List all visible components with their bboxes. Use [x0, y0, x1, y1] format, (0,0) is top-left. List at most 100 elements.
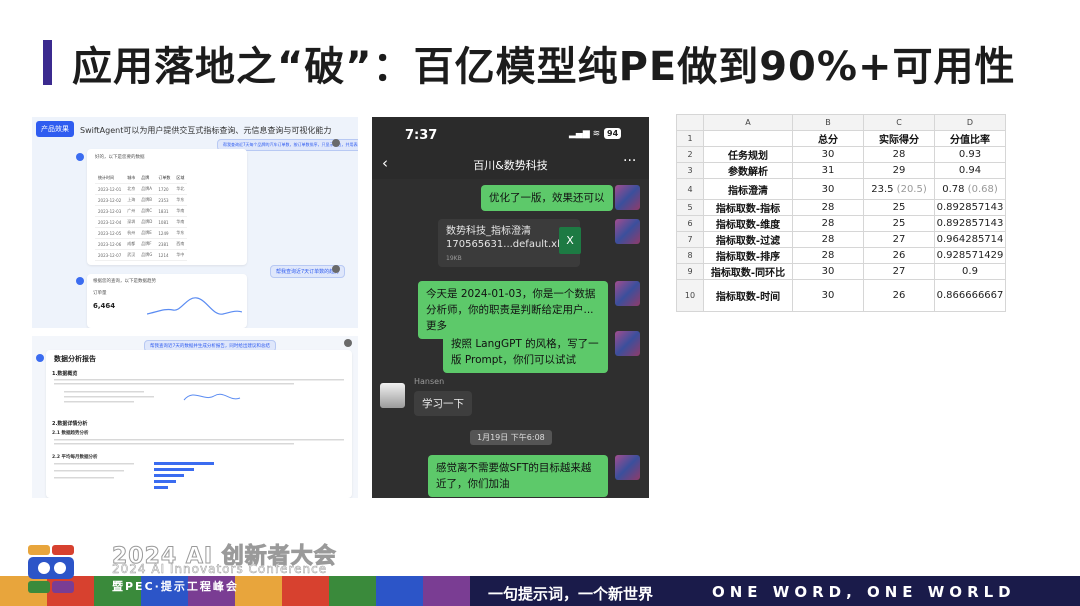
sheet-cell-score[interactable]: 25 — [863, 215, 935, 232]
sheet-cell-total[interactable]: 28 — [792, 215, 864, 232]
sheet-cell-item[interactable]: 指标取数-过滤 — [703, 231, 793, 248]
chat-timestamp: 1月19日 下午6:08 — [470, 430, 552, 445]
table-cell: 北京 — [124, 183, 139, 195]
conference-logo-icon — [28, 545, 74, 593]
sheet-cell-item[interactable]: 指标取数-排序 — [703, 247, 793, 264]
sheet-column-header[interactable]: C — [863, 114, 935, 131]
signal-wifi-icon: ▂▄▆ ≋ — [569, 129, 601, 139]
page-title: 应用落地之“破”：百亿模型纯PE做到90%+可用性 — [72, 44, 1016, 90]
sender-name: Hansen — [414, 377, 445, 386]
table-cell: 2023-12-04 — [95, 216, 125, 228]
sheet-cell-ratio[interactable]: 0.892857143 — [934, 215, 1006, 232]
sheet-cell-note: (0.68) — [964, 183, 998, 195]
table-row: 2023-12-07 武汉 品牌G 1214 华中 — [95, 249, 188, 261]
sheet-cell-score[interactable]: 23.5 (20.5) — [863, 178, 935, 200]
sheet-cell-total[interactable]: 28 — [792, 247, 864, 264]
table-row: 2023-12-01 北京 品牌A 1720 华北 — [95, 183, 188, 195]
sheet-row: 5 指标取数-指标 28 25 0.892857143 — [676, 199, 1006, 216]
result-table: 统计时间 城市 品牌 订单数 区域 2023-12-01 北京 品牌A 1720 华北 2023-1… — [95, 173, 188, 261]
chat-message: 优化了一版，效果还可以 — [481, 185, 613, 211]
table-result-card: 好的，以下是您要的数据 统计时间 城市 品牌 订单数 区域 2023-12-01 北京 品牌A… — [87, 149, 247, 265]
sheet-row-number[interactable]: 8 — [676, 247, 704, 264]
table-cell: 品牌A — [138, 183, 156, 195]
sheet-cell-ratio[interactable]: 0.892857143 — [934, 199, 1006, 216]
sheet-cell-total[interactable]: 30 — [792, 146, 864, 163]
sheet-column-header[interactable]: D — [934, 114, 1006, 131]
sheet-row-number[interactable]: 6 — [676, 215, 704, 232]
sheet-cell-ratio[interactable]: 0.9 — [934, 263, 1006, 280]
table-cell: 品牌C — [138, 205, 156, 217]
sheet-cell-score[interactable]: 实际得分 — [863, 130, 935, 147]
table-cell: 华中 — [173, 249, 188, 261]
table-cell: 2023-12-05 — [95, 227, 125, 239]
sheet-row-number[interactable]: 2 — [676, 146, 704, 163]
sheet-row-number[interactable]: 4 — [676, 178, 704, 200]
sheet-cell-total[interactable]: 30 — [792, 263, 864, 280]
sheet-column-header[interactable]: A — [703, 114, 793, 131]
table-cell: 华北 — [173, 183, 188, 195]
report-subsection-1: 2.1 数据趋势分析 — [52, 431, 89, 436]
file-message[interactable]: 数势科技_指标澄清170565631...default.xlsx 19KB X — [438, 219, 581, 267]
sheet-cell-total[interactable]: 30 — [792, 279, 864, 312]
sheet-cell-total[interactable]: 28 — [792, 199, 864, 216]
chat-title: 百川&数势科技 — [473, 159, 548, 172]
sheet-cell-ratio[interactable]: 0.93 — [934, 146, 1006, 163]
sheet-cell-total[interactable]: 31 — [792, 162, 864, 179]
sheet-cell-total[interactable]: 28 — [792, 231, 864, 248]
sheet-cell-item[interactable]: 指标取数-维度 — [703, 215, 793, 232]
sender-avatar — [615, 219, 640, 244]
sheet-cell-score[interactable]: 28 — [863, 146, 935, 163]
table-cell: 1214 — [155, 249, 174, 261]
sheet-cell-total[interactable]: 总分 — [792, 130, 864, 147]
sheet-corner — [676, 114, 704, 131]
sheet-cell-score[interactable]: 26 — [863, 279, 935, 312]
chat-message: 感觉离不需要做SFT的目标越来越近了，你们加油 — [428, 455, 608, 497]
sheet-cell-item[interactable]: 指标取数-时间 — [703, 279, 793, 312]
sheet-row: 10 指标取数-时间 30 26 0.866666667 — [676, 279, 1006, 312]
sender-avatar — [615, 331, 640, 356]
slogan-cn: 一句提示词，一个新世界 — [488, 585, 654, 603]
sheet-row-number[interactable]: 1 — [676, 130, 704, 147]
sheet-cell-ratio[interactable]: 0.94 — [934, 162, 1006, 179]
table-cell: 华南 — [173, 205, 188, 217]
sheet-cell-ratio[interactable]: 0.928571429 — [934, 247, 1006, 264]
sheet-cell-total[interactable]: 30 — [792, 178, 864, 200]
sheet-cell-score[interactable]: 27 — [863, 263, 935, 280]
sheet-cell-score[interactable]: 29 — [863, 162, 935, 179]
sheet-cell-item[interactable]: 指标取数-指标 — [703, 199, 793, 216]
sheet-cell-score[interactable]: 26 — [863, 247, 935, 264]
table-cell: 武汉 — [124, 249, 139, 261]
table-cell: 广州 — [124, 205, 139, 217]
sheet-cell-item[interactable]: 任务规划 — [703, 146, 793, 163]
sheet-cell-score[interactable]: 27 — [863, 231, 935, 248]
sheet-cell-ratio[interactable]: 0.964285714 — [934, 231, 1006, 248]
sheet-cell-item[interactable]: 指标取数-同环比 — [703, 263, 793, 280]
sheet-cell-item[interactable]: 指标澄清 — [703, 178, 793, 200]
sheet-cell-ratio[interactable]: 分值比率 — [934, 130, 1006, 147]
conference-subtitle: 暨PEC·提示工程峰会 — [112, 580, 239, 593]
table-cell: 上海 — [124, 194, 139, 206]
conference-name-en: 2024 AI Innovators Conference — [112, 562, 328, 577]
sheet-cell-ratio[interactable]: 0.78 (0.68) — [934, 178, 1006, 200]
sheet-row-number[interactable]: 10 — [676, 279, 704, 312]
table-cell: 1720 — [155, 183, 174, 195]
sheet-cell-ratio[interactable]: 0.866666667 — [934, 279, 1006, 312]
sheet-row-number[interactable]: 7 — [676, 231, 704, 248]
sheet-row: 3 参数解析 31 29 0.94 — [676, 162, 1006, 179]
slogan-en: ONE WORD, ONE WORLD — [712, 583, 1016, 601]
report-section-1: 1.数据概览 — [52, 371, 78, 377]
table-cell: 华南 — [173, 216, 188, 228]
sheet-row-number[interactable]: 5 — [676, 199, 704, 216]
footer-stripe — [376, 576, 423, 606]
phone-header: 7:37 ▂▄▆ ≋ 94 ‹ 百川&数势科技 ··· — [372, 117, 649, 179]
sheet-cell-score[interactable]: 25 — [863, 199, 935, 216]
sheet-cell-item[interactable]: 参数解析 — [703, 162, 793, 179]
file-size: 19KB — [446, 255, 462, 262]
sheet-row-number[interactable]: 9 — [676, 263, 704, 280]
more-icon[interactable]: ··· — [623, 153, 636, 169]
sender-avatar — [615, 455, 640, 480]
sheet-row-number[interactable]: 3 — [676, 162, 704, 179]
sheet-cell-item[interactable] — [703, 130, 793, 147]
table-cell: 1249 — [155, 227, 174, 239]
sheet-column-header[interactable]: B — [792, 114, 864, 131]
